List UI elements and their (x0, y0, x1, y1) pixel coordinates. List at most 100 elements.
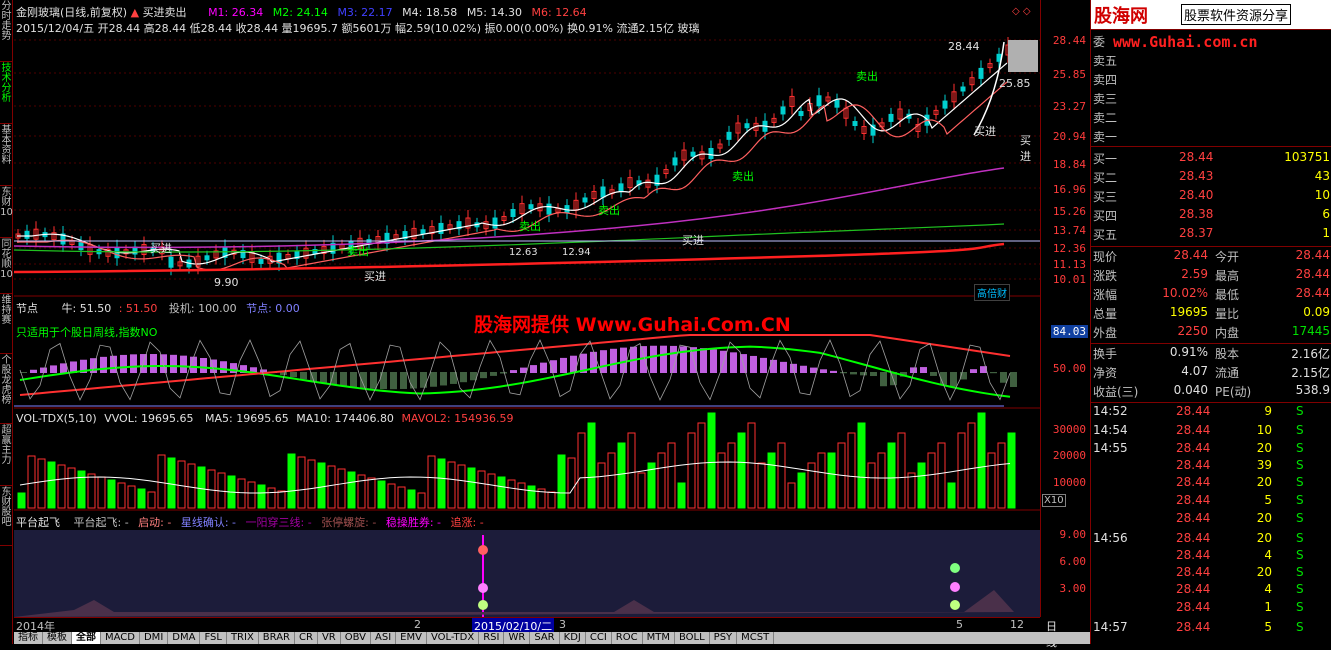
tab-6[interactable]: FSL (200, 632, 227, 644)
candle-body (744, 123, 750, 129)
tab-19[interactable]: CCI (586, 632, 612, 644)
tick-row[interactable]: 14:54 28.44 10 S (1091, 423, 1331, 442)
tab-dongcai[interactable]: 东财10 (0, 186, 13, 238)
tab-15[interactable]: RSI (479, 632, 505, 644)
candle-body (816, 95, 822, 107)
tab-16[interactable]: WR (504, 632, 531, 644)
osc-bar (150, 354, 157, 373)
vol-bar (267, 487, 276, 509)
tab-23[interactable]: PSY (710, 632, 738, 644)
tab-3[interactable]: MACD (101, 632, 140, 644)
vol-bar (337, 468, 346, 509)
tab-13[interactable]: EMV (396, 632, 427, 644)
tab-22[interactable]: BOLL (675, 632, 710, 644)
tab-24[interactable]: MCST (737, 632, 775, 644)
tick-row[interactable]: 28.44 20 S (1091, 511, 1331, 530)
tick-row[interactable]: 14:52 28.44 9 S (1091, 404, 1331, 423)
tab-12[interactable]: ASI (371, 632, 397, 644)
candle-body (420, 229, 426, 235)
pt-item-3: 一阳穿三线: - (245, 516, 312, 529)
sell1-label: 卖一 (1093, 130, 1118, 144)
osc-bar (840, 372, 847, 374)
quote-value-1: 28.44 (1173, 248, 1208, 262)
buy-label-1: 买进 (682, 234, 704, 247)
fund-label-2: 股本 (1215, 347, 1240, 361)
tab-9[interactable]: CR (295, 632, 318, 644)
buy-row[interactable]: 买一 28.44 103751 (1091, 150, 1331, 169)
tick-side: S (1296, 404, 1304, 418)
tick-row[interactable]: 28.44 5 S (1091, 493, 1331, 512)
osc-bar (410, 372, 417, 389)
tab-10[interactable]: VR (318, 632, 341, 644)
tab-chaoying[interactable]: 超赢主力 (0, 424, 13, 486)
tab-21[interactable]: MTM (643, 632, 675, 644)
osc-bar (760, 357, 767, 373)
tab-1[interactable]: 模板 (43, 632, 72, 644)
buy-row[interactable]: 买五 28.37 1 (1091, 226, 1331, 245)
vol-bar (527, 485, 536, 509)
osc-bar (30, 369, 37, 373)
fund-label-1: 收益(三) (1093, 385, 1139, 399)
candle-body (168, 256, 174, 268)
tick-volume: 39 (1256, 458, 1272, 472)
tab-14[interactable]: VOL-TDX (427, 632, 480, 644)
osc-bar (650, 345, 657, 373)
vol-bar (907, 472, 916, 509)
vol-header: VOL-TDX(5,10) VVOL: 19695.65 MA5: 19695.… (16, 412, 514, 425)
tick-row[interactable]: 14:57 28.44 5 S (1091, 620, 1331, 639)
tab-17[interactable]: SAR (530, 632, 560, 644)
ytick-pt-2: 3.00 (1059, 582, 1087, 595)
tick-row[interactable]: 28.44 20 S (1091, 475, 1331, 494)
osc-bar (770, 359, 777, 373)
ytick-k-1: 25.85 (1052, 68, 1086, 81)
buy-volume: 43 (1314, 169, 1330, 183)
diamond-icons[interactable]: ◇ ◇ (1012, 6, 1031, 17)
tick-volume: 10 (1256, 423, 1272, 437)
tab-18[interactable]: KDJ (560, 632, 586, 644)
buy-row[interactable]: 买二 28.43 43 (1091, 169, 1331, 188)
tab-5[interactable]: DMA (168, 632, 201, 644)
vol-bar (487, 473, 496, 509)
tick-side: S (1296, 458, 1304, 472)
tab-11[interactable]: OBV (341, 632, 371, 644)
indicator-name[interactable]: 买进卖出 (143, 6, 187, 19)
tick-row[interactable]: 28.44 4 S (1091, 582, 1331, 601)
tab-jishu[interactable]: 技术分析 (0, 62, 13, 124)
tab-7[interactable]: TRIX (227, 632, 259, 644)
buy-label-2: 买进 (150, 242, 172, 255)
fund-label-1: 净资 (1093, 366, 1118, 380)
tab-20[interactable]: ROC (612, 632, 643, 644)
buy-row[interactable]: 买三 28.40 10 (1091, 188, 1331, 207)
buy-row[interactable]: 买四 28.38 6 (1091, 207, 1331, 226)
vol-bar (577, 432, 586, 509)
osc-bar (480, 372, 487, 379)
buy-price: 28.40 (1179, 188, 1214, 202)
tick-row[interactable]: 28.44 1 S (1091, 600, 1331, 619)
quote-label-1: 涨跌 (1093, 269, 1118, 283)
tab-fenshi[interactable]: 分时走势 (0, 0, 13, 62)
tab-4[interactable]: DMI (140, 632, 169, 644)
tab-2[interactable]: 全部 (72, 632, 101, 644)
vol-bar (17, 492, 26, 509)
vol-title: VOL-TDX(5,10) (16, 412, 97, 425)
tab-guba[interactable]: 东财股吧 (0, 486, 13, 546)
pt-marker (950, 563, 960, 573)
tab-tonghuashun[interactable]: 同花顺10 (0, 238, 13, 294)
candle-body (600, 186, 606, 198)
tab-longhu[interactable]: 个股龙虎榜 (0, 354, 13, 424)
tab-0[interactable]: 指标 (14, 632, 43, 644)
vol-vvol: VVOL: 19695.65 (104, 412, 194, 425)
date-axis[interactable]: 2014年 2 2015/02/10/二 3 5 12 日线 (14, 617, 1057, 649)
high-button[interactable]: 高倍财 (974, 284, 1010, 301)
osc-bar (920, 367, 927, 373)
vol-bar (197, 466, 206, 509)
chart-area[interactable]: 金刚玻璃(日线,前复权) ▲ 买进卖出 M1: 26.34 M2: 24.14 … (14, 0, 1066, 632)
tab-weichi[interactable]: 维持赛 (0, 294, 13, 354)
tab-jiben[interactable]: 基本资料 (0, 124, 13, 186)
tick-time: 14:52 (1093, 404, 1128, 418)
vol-bar (147, 491, 156, 509)
osc-bar (60, 363, 67, 373)
tick-volume: 20 (1256, 565, 1272, 579)
vol-bar (877, 452, 886, 509)
tab-8[interactable]: BRAR (259, 632, 295, 644)
